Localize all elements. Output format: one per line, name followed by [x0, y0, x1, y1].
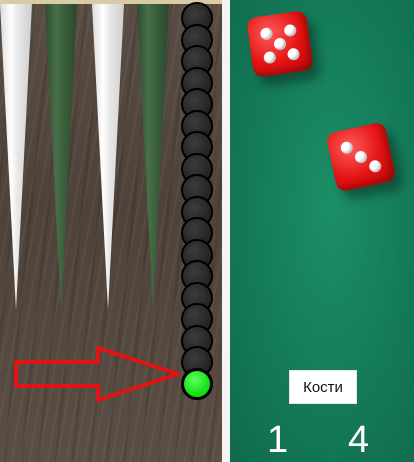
die-value-2: 4 — [348, 419, 370, 461]
die-pip — [353, 149, 369, 165]
die-pip — [339, 140, 354, 155]
die-value-1: 1 — [267, 419, 289, 461]
die-pip — [368, 159, 383, 174]
board-point-2[interactable] — [45, 4, 77, 310]
die-pip — [283, 23, 297, 38]
die-pip — [263, 50, 277, 65]
die-pip — [259, 27, 274, 41]
die-2 — [325, 121, 397, 193]
die-1 — [246, 10, 314, 78]
roll-dice-button[interactable]: Кости — [289, 370, 357, 404]
board-divider — [222, 0, 230, 462]
die-pip — [286, 47, 301, 61]
board-point-4[interactable] — [137, 4, 169, 310]
selected-checker[interactable] — [181, 367, 213, 400]
board-point-1[interactable] — [0, 4, 32, 310]
die-pip — [273, 37, 287, 51]
board-point-3[interactable] — [92, 4, 124, 310]
move-arrow-icon — [14, 346, 180, 402]
backgammon-board — [0, 0, 222, 462]
